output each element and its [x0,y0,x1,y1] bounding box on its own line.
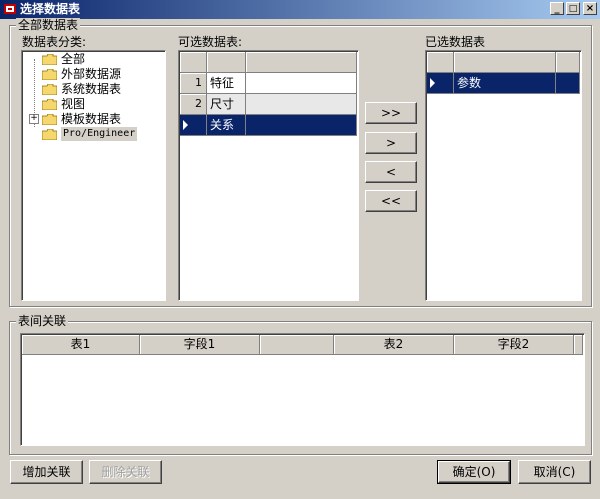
grid-header-col [454,52,556,73]
remove-all-label: << [380,194,402,208]
grid-header-col [246,52,357,73]
current-row-icon [183,120,188,130]
available-label: 可选数据表: [178,35,243,49]
grid-header-col [207,52,246,73]
table-row-blank[interactable] [246,73,357,94]
tree-item-label: 系统数据表 [61,82,122,96]
close-button[interactable]: × [583,2,597,15]
table-row-name[interactable]: 特征 [207,73,246,94]
folder-icon [42,54,57,65]
cancel-label: 取消(C) [533,465,576,479]
maximize-button[interactable]: □ [566,2,580,15]
ok-label: 确定(O) [452,465,496,479]
column-header-table1[interactable]: 表1 [22,335,140,355]
delete-relation-label: 删除关联 [101,465,150,479]
all-tables-group-label: 全部数据表 [16,18,81,32]
grid-header-corner [180,52,207,73]
tree-item-label: Pro/Engineer [61,127,138,141]
expand-icon[interactable]: + [29,114,39,124]
column-header-field2[interactable]: 字段2 [454,335,574,355]
add-relation-label: 增加关联 [22,465,71,479]
add-button[interactable]: > [365,132,417,154]
window-title: 选择数据表 [20,2,81,16]
minimize-button[interactable]: _ [550,2,564,15]
maximize-icon: □ [568,4,578,14]
add-all-button[interactable]: >> [365,102,417,124]
category-tree[interactable]: 全部 外部数据源 系统数据表 视图 + 模板数据表 Pro/Engineer [21,50,166,301]
table-row-name[interactable]: 参数 [454,73,556,94]
column-header-filler [574,335,583,355]
table-row-blank[interactable] [246,115,357,136]
folder-icon [42,69,57,80]
available-grid[interactable]: 1 特征 2 尺寸 关系式 [178,50,359,301]
remove-label: < [385,165,397,179]
table-row-blank[interactable] [246,94,357,115]
minimize-icon: _ [554,3,560,14]
row-indicator [427,73,454,94]
column-header-blank[interactable] [260,335,334,355]
app-icon [4,4,16,14]
row-number: 1 [180,73,207,94]
table-row-blank[interactable] [556,73,580,94]
table-row-name[interactable]: 尺寸 [207,94,246,115]
remove-all-button[interactable]: << [365,190,417,212]
grid-header-corner [427,52,454,73]
delete-relation-button[interactable]: 删除关联 [89,460,162,484]
title-bar[interactable]: 选择数据表 _ □ × [0,0,600,19]
column-header-table2[interactable]: 表2 [334,335,454,355]
column-header-field1[interactable]: 字段1 [140,335,260,355]
tree-item-label: 视图 [61,97,86,111]
tree-item-label: 模板数据表 [61,112,122,126]
row-number: 2 [180,94,207,115]
ok-button[interactable]: 确定(O) [437,460,511,484]
grid-header-col [556,52,580,73]
relations-grid[interactable]: 表1 字段1 表2 字段2 [20,333,585,446]
add-all-label: >> [380,106,402,120]
cancel-button[interactable]: 取消(C) [518,460,591,484]
row-indicator [180,115,207,136]
add-relation-button[interactable]: 增加关联 [10,460,83,484]
folder-icon [42,129,57,140]
current-row-icon [430,78,435,88]
tree-item-label: 外部数据源 [61,67,122,81]
add-label: > [385,136,397,150]
category-label: 数据表分类: [22,35,87,49]
selected-grid[interactable]: 参数 [425,50,582,301]
close-icon: × [585,3,595,14]
table-row-name[interactable]: 关系式 [207,115,246,152]
remove-button[interactable]: < [365,161,417,183]
relations-group-label: 表间关联 [16,314,69,328]
selected-label: 已选数据表 [425,35,486,49]
folder-icon [42,114,57,125]
folder-icon [42,99,57,110]
tree-item-label: 全部 [61,52,86,66]
folder-icon [42,84,57,95]
